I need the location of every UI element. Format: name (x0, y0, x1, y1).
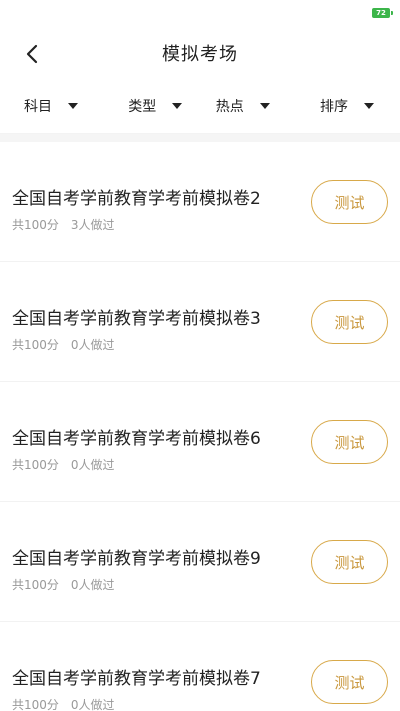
filter-label: 热点 (215, 98, 244, 115)
caret-down-icon (68, 102, 78, 109)
filter-label: 排序 (320, 98, 348, 115)
exam-total-score: 共100分 (12, 338, 59, 352)
filter-label: 科目 (24, 98, 52, 115)
test-button[interactable]: 测试 (311, 300, 388, 344)
exam-done-count: 0人做过 (70, 578, 115, 592)
filter-sort[interactable]: 排序 (287, 96, 400, 116)
status-bar: 72 (0, 0, 400, 28)
filter-type[interactable]: 类型 (112, 96, 200, 116)
section-divider (0, 134, 400, 142)
test-button[interactable]: 测试 (311, 180, 388, 224)
exam-done-count: 0人做过 (70, 338, 115, 352)
exam-meta: 共100分 0人做过 (12, 336, 115, 353)
exam-total-score: 共100分 (12, 458, 59, 472)
caret-down-icon (172, 102, 183, 109)
exam-meta: 共100分 0人做过 (12, 576, 115, 593)
filter-label: 类型 (128, 98, 157, 115)
exam-item[interactable]: 全国自考学前教育学考前模拟卷2 共100分 3人做过 测试 (0, 142, 400, 262)
exam-total-score: 共100分 (12, 578, 59, 592)
exam-title: 全国自考学前教育学考前模拟卷7 (12, 669, 261, 689)
exam-item[interactable]: 全国自考学前教育学考前模拟卷9 共100分 0人做过 测试 (0, 502, 400, 622)
exam-total-score: 共100分 (12, 698, 59, 711)
filter-hot[interactable]: 热点 (199, 96, 287, 116)
exam-done-count: 0人做过 (70, 698, 115, 711)
exam-item[interactable]: 全国自考学前教育学考前模拟卷6 共100分 0人做过 测试 (0, 382, 400, 502)
battery-icon: 72 (372, 8, 393, 18)
exam-title: 全国自考学前教育学考前模拟卷2 (12, 189, 261, 209)
exam-done-count: 3人做过 (70, 218, 115, 232)
test-button[interactable]: 测试 (311, 660, 388, 704)
filter-bar: 科目 类型 热点 排序 (0, 78, 400, 134)
filter-subject[interactable]: 科目 (0, 96, 112, 116)
exam-title: 全国自考学前教育学考前模拟卷3 (12, 309, 261, 329)
nav-bar: 模拟考场 (0, 28, 400, 78)
exam-total-score: 共100分 (12, 218, 59, 232)
exam-item[interactable]: 全国自考学前教育学考前模拟卷3 共100分 0人做过 测试 (0, 262, 400, 382)
exam-item[interactable]: 全国自考学前教育学考前模拟卷7 共100分 0人做过 测试 (0, 622, 400, 711)
exam-meta: 共100分 0人做过 (12, 696, 115, 711)
exam-meta: 共100分 0人做过 (12, 456, 115, 473)
exam-done-count: 0人做过 (70, 458, 115, 472)
exam-title: 全国自考学前教育学考前模拟卷9 (12, 549, 261, 569)
test-button[interactable]: 测试 (311, 420, 388, 464)
exam-meta: 共100分 3人做过 (12, 216, 115, 233)
test-button[interactable]: 测试 (311, 540, 388, 584)
caret-down-icon (364, 102, 374, 109)
page-title: 模拟考场 (162, 44, 238, 65)
caret-down-icon (259, 102, 270, 109)
exam-title: 全国自考学前教育学考前模拟卷6 (12, 429, 261, 449)
exam-list: 全国自考学前教育学考前模拟卷2 共100分 3人做过 测试 全国自考学前教育学考前… (0, 142, 400, 711)
